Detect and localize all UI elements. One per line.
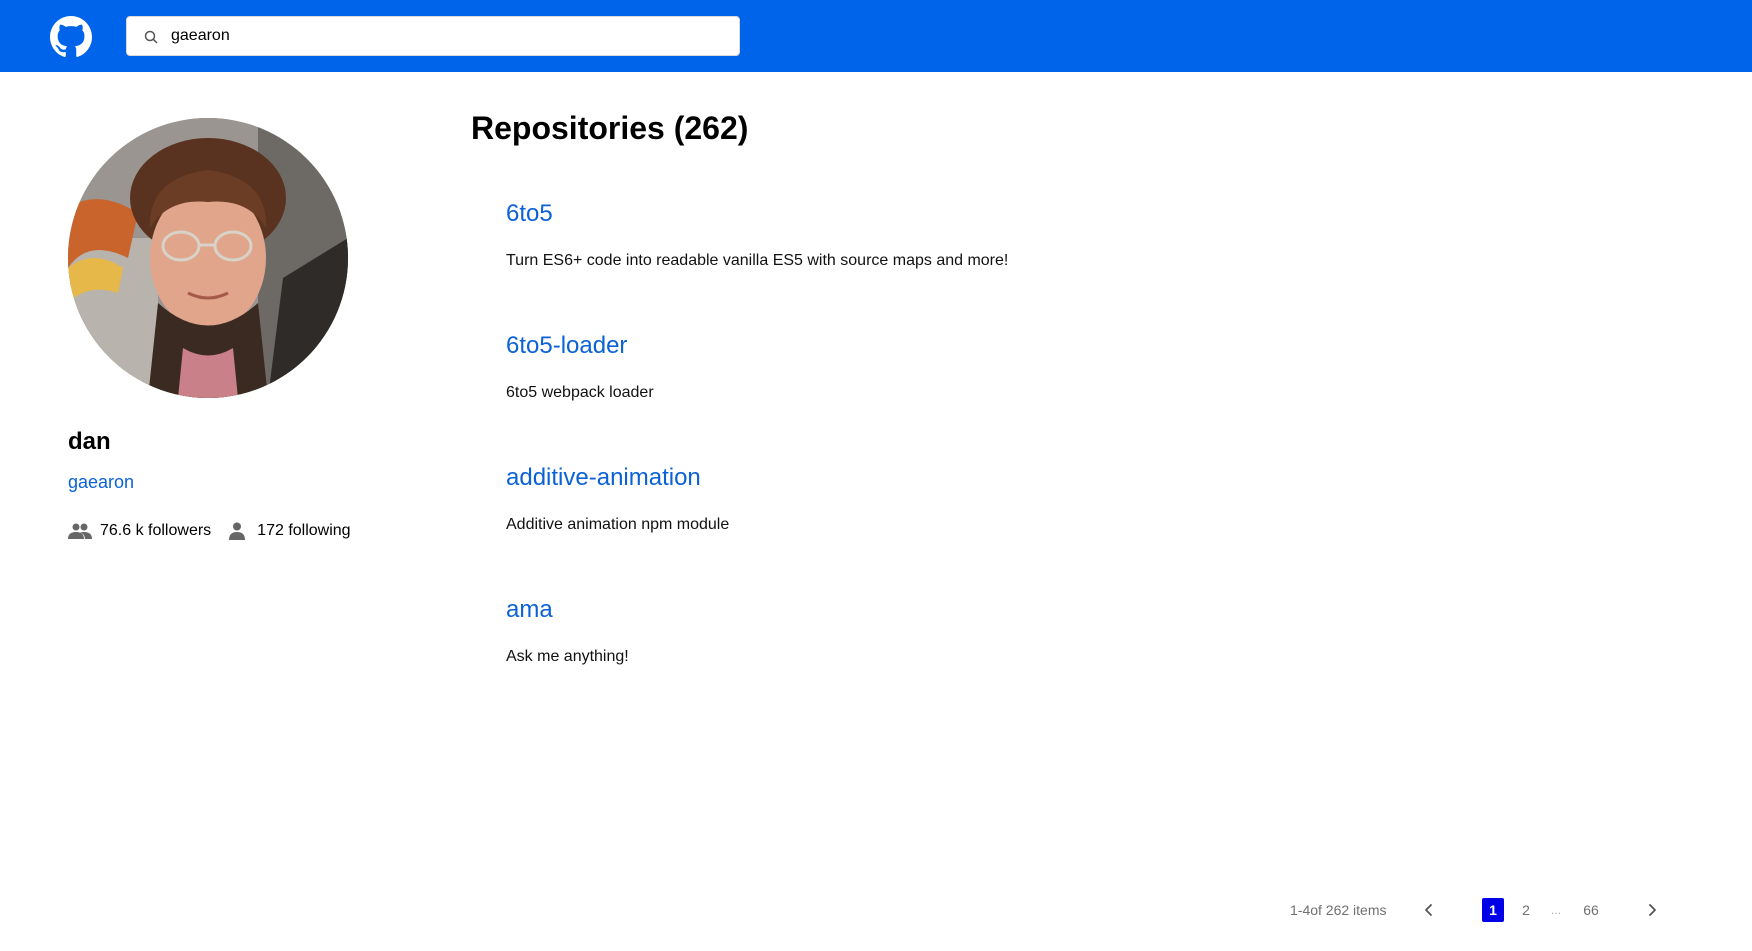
followers-stat: 76.6 k followers [68, 520, 211, 542]
repository-link[interactable]: 6to5-loader [506, 330, 627, 362]
repository-item: ama Ask me anything! [471, 594, 1671, 726]
repository-description: Additive animation npm module [506, 516, 730, 533]
repository-description: Ask me anything! [506, 648, 629, 665]
person-icon [229, 522, 246, 540]
repositories-title: Repositories (262) [471, 110, 749, 146]
search-icon [144, 30, 158, 44]
repositories-panel: Repositories (262) 6to5 Turn ES6+ code i… [471, 106, 1671, 726]
user-display-name: dan [68, 428, 111, 455]
page-button-2[interactable]: 2 [1515, 898, 1537, 922]
search-input[interactable] [171, 17, 731, 55]
group-icon [68, 523, 92, 539]
repository-link[interactable]: ama [506, 594, 553, 626]
follow-stats: 76.6 k followers 172 following [68, 520, 368, 542]
repository-link[interactable]: additive-animation [506, 462, 701, 494]
repository-item: 6to5 Turn ES6+ code into readable vanill… [471, 198, 1671, 330]
pagination-ellipsis: ... [1551, 903, 1562, 917]
github-logo-icon[interactable] [50, 16, 92, 58]
pagination: 1-4of 262 items 1 2 ... 66 [1280, 895, 1700, 925]
following-stat: 172 following [225, 520, 351, 542]
top-bar [0, 0, 1752, 72]
repository-link[interactable]: 6to5 [506, 198, 553, 230]
repository-item: 6to5-loader 6to5 webpack loader [471, 330, 1671, 462]
pagination-total: 1-4of 262 items [1290, 902, 1387, 918]
repository-description: Turn ES6+ code into readable vanilla ES5… [506, 252, 1009, 269]
search-box [126, 16, 740, 56]
repository-list: 6to5 Turn ES6+ code into readable vanill… [471, 198, 1671, 726]
chevron-right-icon[interactable] [1642, 900, 1662, 920]
profile-sidebar: dan gaearon 76.6 k followers 172 followi… [68, 118, 368, 542]
followers-count: 76.6 k followers [100, 522, 212, 539]
user-login-link[interactable]: gaearon [68, 470, 134, 494]
repository-item: additive-animation Additive animation np… [471, 462, 1671, 594]
repository-description: 6to5 webpack loader [506, 384, 654, 401]
page-button-1[interactable]: 1 [1482, 898, 1504, 922]
avatar-photo-icon [68, 118, 348, 398]
avatar [68, 118, 348, 398]
chevron-left-icon[interactable] [1419, 900, 1439, 920]
page-button-last[interactable]: 66 [1580, 898, 1602, 922]
following-count: 172 following [257, 522, 351, 539]
